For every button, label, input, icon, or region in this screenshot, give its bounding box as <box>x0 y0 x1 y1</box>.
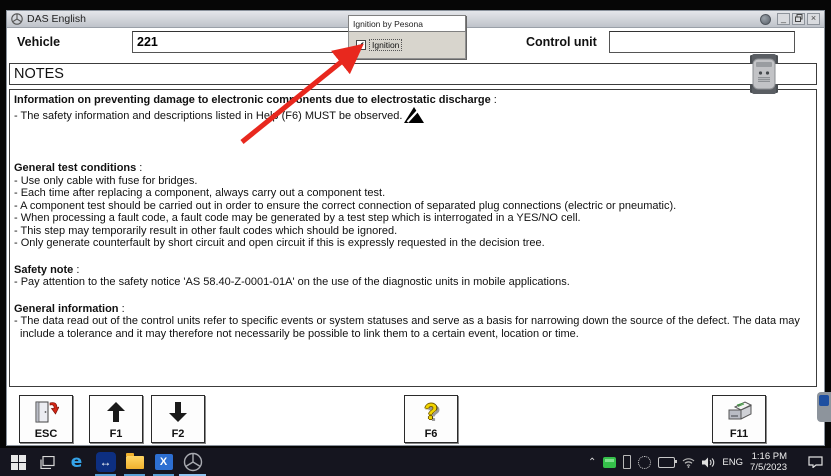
section-line: - Use only cable with fuse for bridges. <box>14 174 198 187</box>
section-line: - Pay attention to the safety notice 'AS… <box>14 276 570 288</box>
printer-icon <box>725 396 753 428</box>
ignition-popup-title: Ignition by Pesona <box>348 15 466 32</box>
das-window: DAS English _ × Vehicle Control unit NOT… <box>6 10 825 446</box>
windows-logo-icon <box>11 454 26 470</box>
esd-warning-icon <box>404 106 425 127</box>
section-heading: Safety note : <box>14 263 80 276</box>
notes-title: NOTES <box>14 66 64 82</box>
xentry-app-button[interactable]: X <box>149 448 178 476</box>
f2-button[interactable]: F2 <box>151 395 205 443</box>
teamviewer-button[interactable]: ↔ <box>91 448 120 476</box>
control-unit-label: Control unit <box>526 35 597 49</box>
ignition-checkbox[interactable]: ✔ <box>356 40 366 50</box>
clock-time: 1:16 PM <box>751 451 787 462</box>
esc-button[interactable]: ESC <box>19 395 73 443</box>
mercedes-logo-icon <box>11 13 23 25</box>
folder-icon <box>125 452 144 469</box>
file-explorer-button[interactable] <box>120 448 149 476</box>
tray-expand-chevron[interactable]: ⌃ <box>588 457 596 468</box>
taskbar: e ↔ X ⌃ ENG 1:16 PM 7/5/2023 <box>0 448 831 476</box>
ignition-popup: Ignition by Pesona ✔ Ignition <box>348 15 468 60</box>
tray-sync-icon[interactable] <box>638 455 652 469</box>
f6-button[interactable]: ?? F6 <box>404 395 458 443</box>
section-line: - A component test should be carried out… <box>14 199 677 212</box>
speaker-icon[interactable] <box>702 457 715 468</box>
close-button[interactable]: × <box>807 13 820 25</box>
button-label: F1 <box>109 428 123 440</box>
task-view-button[interactable] <box>33 448 62 476</box>
section-heading: Information on preventing damage to elec… <box>14 94 497 106</box>
teamviewer-icon: ↔ <box>95 452 116 472</box>
notes-content: Information on preventing damage to elec… <box>9 89 817 387</box>
restore-icon <box>794 14 802 22</box>
button-label: F11 <box>729 428 749 440</box>
section-line: - Each time after replacing a component,… <box>14 187 386 199</box>
section-heading: General test conditions : <box>14 162 143 174</box>
section-line: - The data read out of the control units… <box>14 315 800 340</box>
language-indicator[interactable]: ENG <box>722 457 743 468</box>
section-line: - When processing a fault code, a fault … <box>14 212 581 224</box>
action-center-icon[interactable] <box>808 456 823 468</box>
edge-icon: e <box>70 452 83 472</box>
vehicle-top-view-icon <box>750 54 778 94</box>
tray-device-icon[interactable] <box>623 455 632 469</box>
clock[interactable]: 1:16 PM 7/5/2023 <box>750 451 787 473</box>
section-line: - This step may temporarily result in ot… <box>14 224 398 237</box>
f11-button[interactable]: F11 <box>712 395 766 443</box>
help-question-icon: ?? <box>424 399 441 426</box>
ignition-popup-body: ✔ Ignition <box>348 32 466 59</box>
section-line: - The safety information and description… <box>14 106 812 127</box>
button-label: ESC <box>34 428 58 440</box>
restore-button[interactable] <box>792 13 805 25</box>
section-heading: General information : <box>14 302 125 315</box>
button-label: F2 <box>171 428 185 440</box>
edge-browser-button[interactable]: e <box>62 448 91 476</box>
arrow-up-icon <box>107 396 125 428</box>
battery-plugged-icon[interactable] <box>658 456 678 468</box>
button-label: F6 <box>424 428 438 440</box>
tray-green-app-icon[interactable] <box>603 456 617 468</box>
vehicle-label: Vehicle <box>17 35 61 49</box>
ignition-checkbox-label[interactable]: Ignition <box>369 39 403 51</box>
edge-partial-app-icon[interactable] <box>817 392 831 422</box>
f1-button[interactable]: F1 <box>89 395 143 443</box>
start-button[interactable] <box>4 448 33 476</box>
wifi-icon[interactable] <box>682 457 695 468</box>
control-unit-input[interactable] <box>609 31 795 53</box>
das-app-button[interactable] <box>178 448 207 476</box>
globe-icon <box>760 13 771 25</box>
minimize-button[interactable]: _ <box>777 13 790 25</box>
mercedes-star-icon <box>183 452 202 472</box>
vehicle-input[interactable] <box>132 31 350 53</box>
section-line: - Only generate counterfault by short ci… <box>14 237 545 249</box>
x-app-icon: X <box>154 454 173 470</box>
arrow-down-icon <box>169 396 187 428</box>
clock-date: 7/5/2023 <box>750 462 787 473</box>
exit-door-icon <box>33 396 59 428</box>
task-view-icon <box>40 455 55 469</box>
notes-header-box: NOTES <box>9 63 817 85</box>
